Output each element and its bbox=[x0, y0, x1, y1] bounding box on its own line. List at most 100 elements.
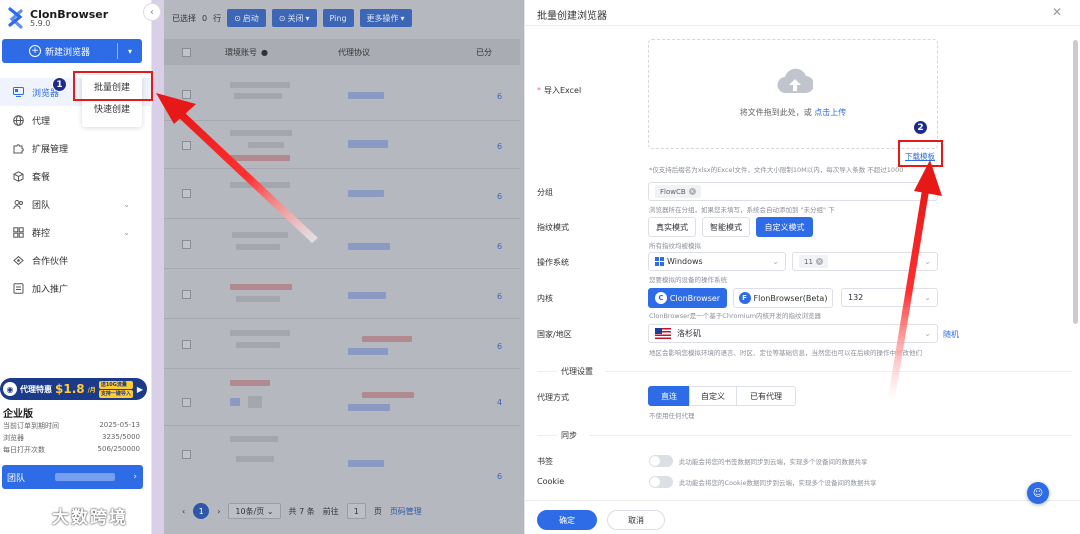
redacted-text bbox=[236, 244, 280, 250]
chevron-down-icon: ⌄ bbox=[123, 227, 130, 237]
cookie-sync-toggle[interactable] bbox=[649, 476, 673, 488]
redacted-text bbox=[236, 456, 274, 462]
os-select[interactable]: Windows ⌄ bbox=[648, 252, 786, 271]
proxy-existing-option[interactable]: 已有代理 bbox=[736, 386, 796, 406]
sidebar-item-promotion[interactable]: 加入推广 bbox=[0, 274, 152, 302]
sidebar-item-plans[interactable]: 套餐 bbox=[0, 162, 152, 190]
import-excel-label: * 导入Excel bbox=[537, 85, 581, 96]
kernel-version-select[interactable]: 132 ⌄ bbox=[841, 288, 938, 307]
redacted-text bbox=[230, 398, 240, 406]
package-icon bbox=[13, 170, 24, 182]
highlight-box-download-template bbox=[898, 140, 943, 167]
confirm-button[interactable]: 确定 bbox=[537, 510, 597, 530]
next-page-icon[interactable]: › bbox=[217, 507, 220, 516]
close-button[interactable]: ⊙ 关闭 ▾ bbox=[271, 9, 317, 27]
promo-extra: 送10G流量 bbox=[98, 380, 133, 389]
group-tag: FlowCB × bbox=[655, 185, 701, 198]
scrollbar-thumb[interactable] bbox=[1073, 40, 1078, 324]
row-checkbox[interactable] bbox=[182, 141, 191, 150]
quick-create-item[interactable]: 快速创建 bbox=[82, 99, 142, 121]
start-button[interactable]: ⊙ 启动 bbox=[227, 9, 266, 27]
new-browser-button[interactable]: + 新建浏览器 ▾ bbox=[2, 39, 142, 63]
row-checkbox[interactable] bbox=[182, 240, 191, 249]
plan-row: 浏览器 3235/5000 bbox=[3, 433, 140, 443]
goto-page-input[interactable]: 1 bbox=[346, 503, 366, 519]
redacted-text bbox=[248, 142, 284, 148]
redacted-text bbox=[362, 336, 412, 342]
close-icon[interactable]: × bbox=[815, 258, 823, 265]
chevron-right-icon: › bbox=[133, 472, 137, 482]
row-checkbox[interactable] bbox=[182, 90, 191, 99]
table-header: 環境账号 ● 代理协议 已分 bbox=[164, 39, 520, 65]
selected-suffix: 行 bbox=[213, 13, 222, 23]
row-checkbox[interactable] bbox=[182, 450, 191, 459]
team-label: 团队 bbox=[7, 473, 26, 484]
ping-label: Ping bbox=[329, 13, 347, 23]
divider bbox=[537, 370, 557, 372]
cancel-button[interactable]: 取消 bbox=[607, 510, 665, 530]
os-version-select[interactable]: 11 × ⌄ bbox=[792, 252, 938, 271]
close-icon[interactable]: ✕ bbox=[1052, 5, 1062, 19]
sidebar-item-team[interactable]: 团队 ⌄ bbox=[0, 190, 152, 218]
sidebar-item-extensions[interactable]: 扩展管理 bbox=[0, 134, 152, 162]
page-size-select[interactable]: 10条/页 ⌄ bbox=[228, 503, 281, 519]
row-divider bbox=[164, 425, 520, 426]
fingerprint-real-button[interactable]: 真实模式 bbox=[648, 217, 696, 237]
step-badge-2: 2 bbox=[913, 120, 928, 135]
page-manage-link[interactable]: 页码管理 bbox=[390, 506, 422, 517]
region-select[interactable]: 洛杉矶 ⌄ bbox=[648, 324, 938, 343]
row-value: 4 bbox=[497, 398, 503, 407]
page-number-current[interactable]: 1 bbox=[193, 503, 210, 519]
watermark-text: 大数跨境 bbox=[52, 507, 128, 528]
more-actions-button[interactable]: 更多操作 ▾ bbox=[359, 9, 412, 27]
select-all-checkbox[interactable] bbox=[182, 47, 191, 57]
sidebar-item-label: 代理 bbox=[32, 116, 51, 127]
monitor-icon bbox=[13, 87, 24, 98]
row-checkbox[interactable] bbox=[182, 290, 191, 299]
page-size-value: 10条/页 bbox=[235, 506, 265, 516]
promo-prefix: 代理特惠 bbox=[20, 384, 52, 394]
proxy-direct-option[interactable]: 直连 bbox=[648, 386, 690, 406]
group-select[interactable]: FlowCB × bbox=[648, 182, 938, 201]
row-checkbox[interactable] bbox=[182, 398, 191, 407]
ping-button[interactable]: Ping bbox=[322, 9, 354, 27]
proxy-custom-option[interactable]: 自定义 bbox=[689, 386, 737, 406]
row-divider bbox=[164, 268, 520, 269]
proxy-promo-banner[interactable]: ◉ 代理特惠 $1.8 /月 送10G流量 支持一键导入 ▶ bbox=[0, 378, 147, 400]
promo-price: $1.8 bbox=[55, 382, 85, 396]
support-chat-icon[interactable]: ☺ bbox=[1027, 482, 1049, 504]
close-icon[interactable]: × bbox=[688, 188, 696, 195]
new-browser-label: 新建浏览器 bbox=[44, 47, 90, 58]
kernel-clonbrowser-button[interactable]: C ClonBrowser bbox=[648, 288, 727, 308]
collapse-sidebar-button[interactable]: ‹ bbox=[143, 3, 161, 21]
plus-icon: + bbox=[28, 45, 41, 57]
proxy-mode-segmented: 直连 自定义 已有代理 bbox=[648, 386, 796, 406]
team-switcher[interactable]: 团队 › bbox=[2, 465, 143, 489]
chevron-down-icon[interactable]: ▾ bbox=[118, 47, 142, 56]
sidebar-item-partners[interactable]: 合作伙伴 bbox=[0, 246, 152, 274]
redacted-text bbox=[348, 92, 384, 99]
plan-row: 当前订单到期时间 2025-05-13 bbox=[3, 421, 140, 431]
total-count: 共 7 条 bbox=[288, 506, 315, 516]
os-version-text: 11 bbox=[804, 257, 813, 266]
prev-page-icon[interactable]: ‹ bbox=[182, 507, 185, 516]
sidebar-item-group-control[interactable]: 群控 ⌄ bbox=[0, 218, 152, 246]
random-region-link[interactable]: 随机 bbox=[943, 329, 959, 340]
region-hint: 地区会影响您模拟环境的语言、时区、定位等基础信息，当然您也可以在后续的操作中修改… bbox=[649, 349, 922, 357]
group-label: 分组 bbox=[537, 188, 553, 197]
new-browser-main[interactable]: + 新建浏览器 bbox=[2, 45, 117, 58]
click-upload-link[interactable]: 点击上传 bbox=[814, 108, 846, 117]
group-tag-text: FlowCB bbox=[660, 187, 686, 196]
fingerprint-smart-button[interactable]: 智能模式 bbox=[702, 217, 750, 237]
row-checkbox[interactable] bbox=[182, 189, 191, 198]
bookmarks-sync-toggle[interactable] bbox=[649, 455, 673, 467]
chevron-down-icon: ⌄ bbox=[924, 329, 931, 338]
excel-upload-dropzone[interactable]: 将文件拖到此处，或 点击上传 bbox=[648, 39, 938, 149]
kernel-flonbrowser-button[interactable]: F FlonBrowser(Beta) bbox=[733, 288, 833, 308]
column-proxy: 代理协议 bbox=[337, 47, 370, 57]
fingerprint-custom-button[interactable]: 自定义模式 bbox=[756, 217, 813, 237]
sync-section-header: 同步 bbox=[537, 429, 1072, 441]
bookmarks-label: 书签 bbox=[537, 457, 553, 466]
row-checkbox[interactable] bbox=[182, 340, 191, 349]
row-value: 6 bbox=[497, 342, 503, 351]
